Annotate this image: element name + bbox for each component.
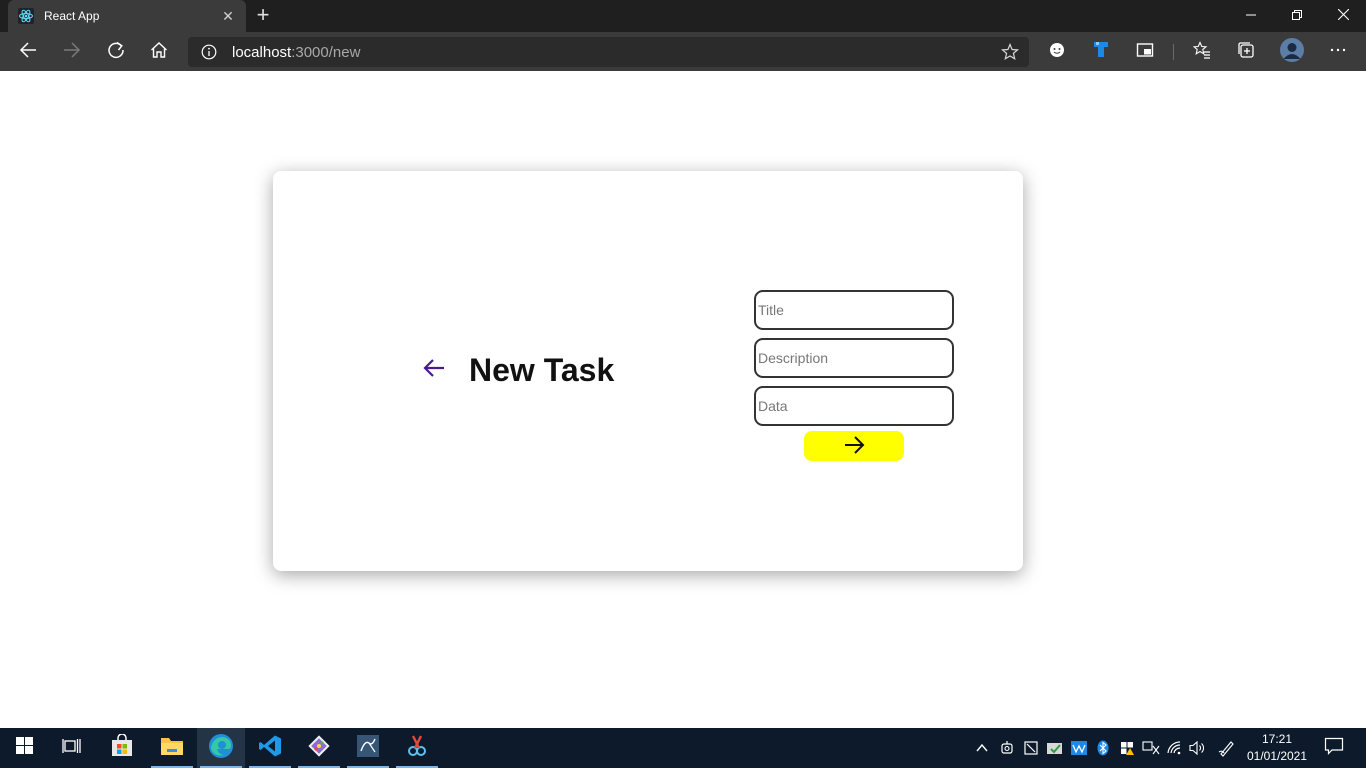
- clock-date: 01/01/2021: [1246, 749, 1308, 763]
- back-link[interactable]: [421, 357, 447, 383]
- microsoft-store-icon: [110, 732, 134, 763]
- restore-icon: [1292, 7, 1302, 25]
- page-title: New Task: [469, 352, 615, 388]
- profile-avatar: [1280, 37, 1304, 67]
- minimize-icon: [1246, 7, 1256, 25]
- tab-title: React App: [44, 9, 100, 23]
- url-path: :3000/new: [291, 43, 361, 61]
- system-clock[interactable]: 17:21 01/01/2021: [1240, 731, 1314, 765]
- home-button[interactable]: [143, 36, 175, 68]
- restore-button[interactable]: [1274, 0, 1320, 32]
- url-host: localhost: [232, 43, 292, 61]
- refresh-button[interactable]: [100, 36, 132, 68]
- home-icon: [150, 41, 168, 64]
- start-button[interactable]: [0, 728, 48, 768]
- page-viewport: New Task: [0, 71, 1366, 728]
- task-view-icon: [62, 737, 82, 760]
- tag-extension-icon: [1092, 41, 1110, 64]
- sql-icon: [356, 734, 380, 763]
- git-button[interactable]: [295, 728, 343, 768]
- emoji-extension-icon: [1048, 41, 1066, 64]
- windows-start-icon: [15, 737, 33, 759]
- meet-now-icon[interactable]: [997, 738, 1017, 758]
- more-icon: [1329, 41, 1347, 64]
- tag-extension-button[interactable]: [1085, 36, 1117, 68]
- microsoft-store-button[interactable]: [98, 728, 146, 768]
- tab-close-icon[interactable]: ✕: [218, 6, 238, 26]
- edge-button[interactable]: [197, 728, 245, 768]
- description-input[interactable]: [754, 338, 954, 378]
- arrow-left-icon: [422, 356, 446, 385]
- file-explorer-button[interactable]: [148, 728, 196, 768]
- action-center-button[interactable]: [1316, 728, 1352, 768]
- star-icon[interactable]: [1001, 43, 1019, 61]
- new-tab-button[interactable]: +: [252, 4, 274, 26]
- tray-app-icon[interactable]: [1021, 738, 1041, 758]
- favorites-icon: [1192, 40, 1211, 64]
- data-input[interactable]: [754, 386, 954, 426]
- info-icon[interactable]: [201, 44, 217, 60]
- back-icon: [19, 41, 37, 64]
- back-button[interactable]: [12, 36, 44, 68]
- chevron-up-icon[interactable]: [972, 738, 992, 758]
- emoji-extension-button[interactable]: [1041, 36, 1073, 68]
- close-icon: [1337, 7, 1349, 25]
- forward-icon: [63, 41, 81, 64]
- windows-taskbar: 17:21 01/01/2021: [0, 728, 1366, 768]
- forward-button[interactable]: [56, 36, 88, 68]
- pen-icon[interactable]: [1217, 738, 1237, 758]
- collections-button[interactable]: [1230, 36, 1262, 68]
- wifi-icon[interactable]: [1165, 738, 1185, 758]
- favorites-button[interactable]: [1186, 36, 1218, 68]
- snip-icon: [405, 734, 429, 763]
- vscode-icon: [258, 734, 282, 763]
- task-view-button[interactable]: [48, 728, 96, 768]
- volume-icon[interactable]: [1188, 738, 1208, 758]
- vscode-button[interactable]: [246, 728, 294, 768]
- tab-react-app[interactable]: React App ✕: [8, 0, 246, 32]
- title-input[interactable]: [754, 290, 954, 330]
- bluetooth-icon[interactable]: [1093, 738, 1113, 758]
- picture-in-picture-icon: [1136, 41, 1154, 64]
- refresh-icon: [107, 41, 125, 64]
- onedrive-icon[interactable]: [1045, 738, 1065, 758]
- profile-button[interactable]: [1276, 36, 1308, 68]
- browser-titlebar: React App ✕ +: [0, 0, 1366, 32]
- input-icon[interactable]: [1141, 738, 1161, 758]
- arrow-right-icon: [843, 434, 865, 459]
- security-icon[interactable]: [1117, 738, 1137, 758]
- clock-time: 17:21: [1261, 732, 1293, 746]
- notifications-icon: [1324, 737, 1344, 760]
- address-bar[interactable]: localhost:3000/new: [188, 37, 1029, 67]
- close-window-button[interactable]: [1320, 0, 1366, 32]
- snip-button[interactable]: [393, 728, 441, 768]
- submit-button[interactable]: [804, 431, 904, 461]
- edge-icon: [208, 733, 234, 764]
- git-icon: [307, 734, 331, 763]
- minimize-button[interactable]: [1228, 0, 1274, 32]
- more-button[interactable]: [1322, 36, 1354, 68]
- sql-button[interactable]: [344, 728, 392, 768]
- performance-icon[interactable]: [1069, 738, 1089, 758]
- picture-in-picture-button[interactable]: [1129, 36, 1161, 68]
- file-explorer-icon: [160, 735, 184, 762]
- react-icon: [18, 8, 34, 24]
- collections-icon: [1237, 41, 1255, 64]
- new-task-card: New Task: [273, 171, 1023, 571]
- toolbar-divider: [1173, 44, 1174, 60]
